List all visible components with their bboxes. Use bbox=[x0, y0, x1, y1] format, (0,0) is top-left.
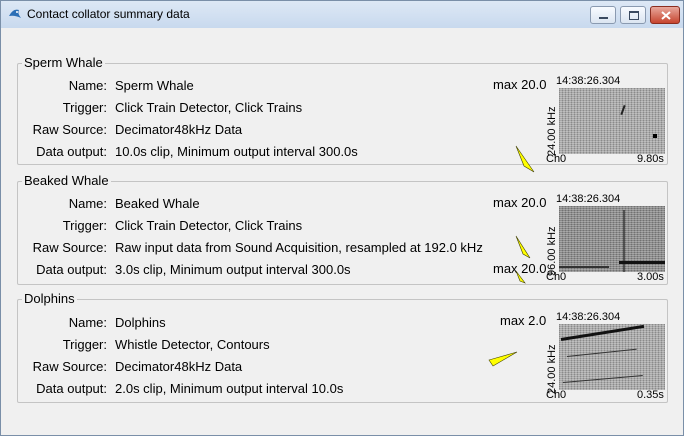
clip-time: 14:38:26.304 bbox=[556, 75, 621, 87]
duration-label: 3.00s bbox=[637, 271, 664, 283]
name-value: Beaked Whale bbox=[115, 196, 200, 211]
trigger-value: Whistle Detector, Contours bbox=[115, 337, 270, 352]
close-icon bbox=[661, 11, 671, 20]
whale-app-icon bbox=[9, 9, 21, 18]
channel-label: Ch0 bbox=[546, 153, 567, 165]
trigger-value: Click Train Detector, Click Trains bbox=[115, 100, 303, 115]
data-output-value: 3.0s clip, Minimum output interval 300.0… bbox=[115, 262, 351, 277]
data-output-label: Data output: bbox=[36, 262, 107, 277]
data-output-value: 10.0s clip, Minimum output interval 300.… bbox=[115, 144, 358, 159]
trigger-label: Trigger: bbox=[62, 100, 107, 115]
raw-source-value: Decimator48kHz Data bbox=[115, 122, 243, 137]
title-bar[interactable]: Contact collator summary data bbox=[1, 1, 683, 28]
maximize-button[interactable] bbox=[620, 6, 646, 24]
group-title: Dolphins bbox=[22, 291, 77, 306]
group-title: Beaked Whale bbox=[22, 173, 111, 188]
bearing-pointer-icon bbox=[515, 145, 535, 173]
spectrogram-clip[interactable] bbox=[559, 324, 665, 390]
name-value: Sperm Whale bbox=[115, 78, 194, 93]
frequency-axis-label: 96.00 kHz bbox=[546, 226, 558, 276]
raw-source-label: Raw Source: bbox=[32, 359, 107, 374]
channel-label: Ch0 bbox=[546, 389, 567, 401]
spectrogram-clip[interactable] bbox=[559, 88, 665, 154]
data-output-label: Data output: bbox=[36, 381, 107, 396]
data-output-label: Data output: bbox=[36, 144, 107, 159]
raw-source-label: Raw Source: bbox=[32, 240, 107, 255]
data-output-value: 2.0s clip, Minimum output interval 10.0s bbox=[115, 381, 344, 396]
name-label: Name: bbox=[68, 315, 107, 330]
maximize-icon bbox=[629, 11, 639, 20]
raw-source-value: Decimator48kHz Data bbox=[115, 359, 243, 374]
max-label: max 20.0 bbox=[493, 77, 547, 92]
group-beaked-whale: Beaked Whale Name: Beaked Whale Trigger:… bbox=[17, 173, 668, 285]
frequency-axis-label: 24.00 kHz bbox=[546, 344, 558, 394]
raw-source-value: Raw input data from Sound Acquisition, r… bbox=[115, 240, 483, 255]
summary-content: Sperm Whale Name: Sperm Whale Trigger: C… bbox=[2, 28, 682, 434]
trigger-value: Click Train Detector, Click Trains bbox=[115, 218, 303, 233]
minimize-icon bbox=[599, 17, 608, 19]
clip-time: 14:38:26.304 bbox=[556, 193, 621, 205]
channel-label: Ch0 bbox=[546, 271, 567, 283]
duration-label: 9.80s bbox=[637, 153, 664, 165]
bearing-pointer-icon bbox=[515, 270, 526, 284]
raw-source-label: Raw Source: bbox=[32, 122, 107, 137]
duration-label: 0.35s bbox=[637, 389, 664, 401]
group-dolphins: Dolphins Name: Dolphins Trigger: Whistle… bbox=[17, 291, 668, 403]
max-label: max 20.0 bbox=[493, 195, 547, 210]
name-label: Name: bbox=[68, 196, 107, 211]
clip-time: 14:38:26.304 bbox=[556, 311, 621, 323]
close-button[interactable] bbox=[650, 6, 680, 24]
name-value: Dolphins bbox=[115, 315, 166, 330]
contact-collator-window: Contact collator summary data Sperm Whal… bbox=[0, 0, 684, 436]
bearing-pointer-icon bbox=[488, 351, 518, 367]
window-title: Contact collator summary data bbox=[27, 7, 190, 21]
trigger-label: Trigger: bbox=[62, 337, 107, 352]
spectrogram-clip[interactable] bbox=[559, 206, 665, 272]
name-label: Name: bbox=[68, 78, 107, 93]
trigger-label: Trigger: bbox=[62, 218, 107, 233]
group-sperm-whale: Sperm Whale Name: Sperm Whale Trigger: C… bbox=[17, 55, 668, 173]
minimize-button[interactable] bbox=[590, 6, 616, 24]
frequency-axis-label: 24.00 kHz bbox=[546, 106, 558, 156]
bearing-pointer-icon bbox=[515, 235, 531, 259]
group-title: Sperm Whale bbox=[22, 55, 105, 70]
max-label: max 2.0 bbox=[500, 313, 547, 328]
